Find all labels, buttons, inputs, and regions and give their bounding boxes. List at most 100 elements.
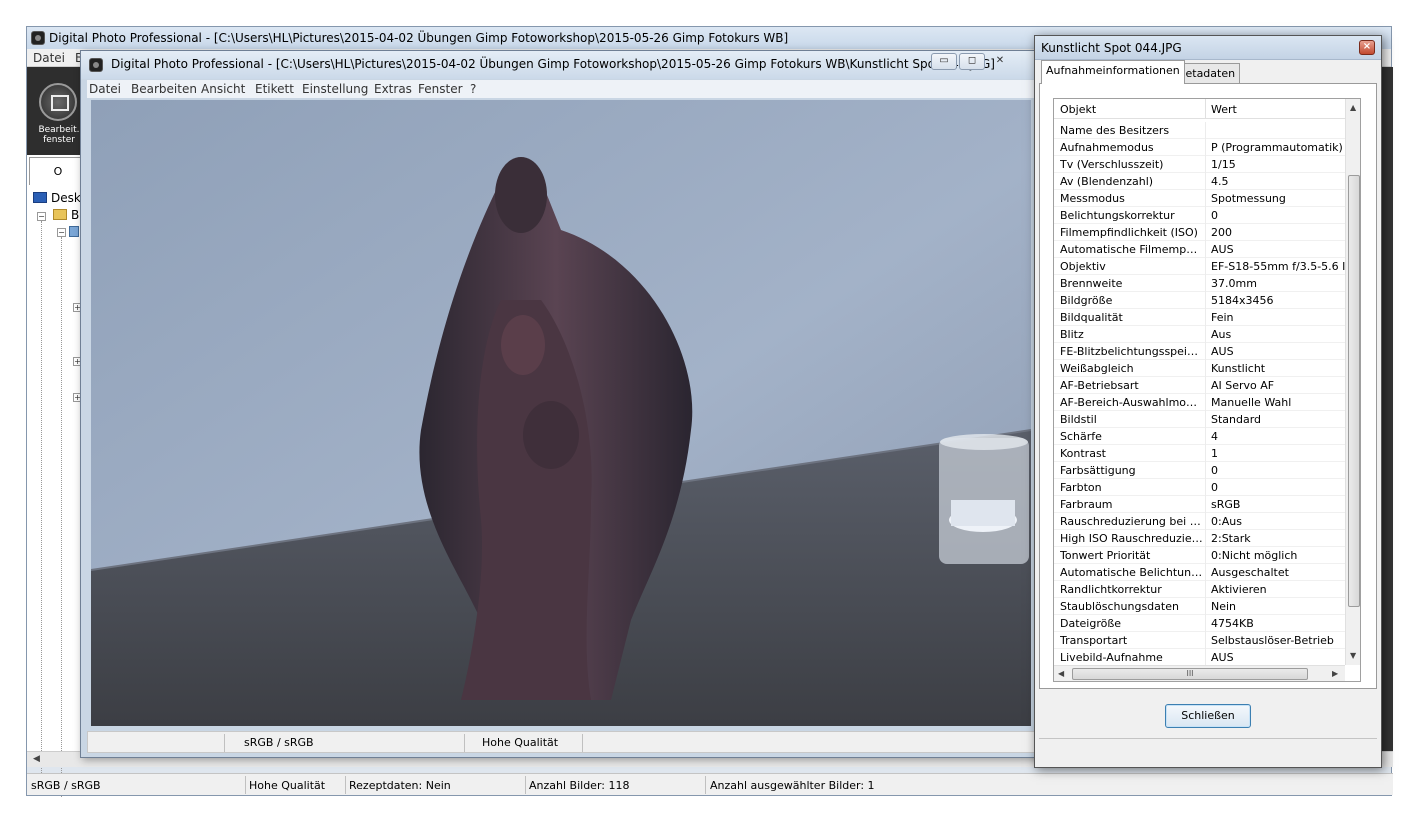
minimize-button[interactable]: ▭ [931,53,957,70]
table-row[interactable]: Belichtungskorrektur 0 [1054,207,1345,224]
table-row[interactable]: Tv (Verschlusszeit) 1/15 [1054,156,1345,173]
table-row[interactable]: Rauschreduzierung bei Lan... 0:Aus [1054,513,1345,530]
tab-shooting-info[interactable]: Aufnahmeinformationen [1041,60,1185,84]
column-header-object[interactable]: Objekt [1060,103,1096,116]
properties-table[interactable]: Objekt Wert Name des Besitzers Aufnahmemo… [1053,98,1361,682]
scroll-left-icon[interactable]: ◀ [1058,669,1064,678]
table-row[interactable]: Bildstil Standard [1054,411,1345,428]
menu-etikett[interactable]: Etikett [255,82,294,96]
table-row[interactable]: Automatische Belichtungso... Ausgeschalte… [1054,564,1345,581]
table-row[interactable]: Weißabgleich Kunstlicht [1054,360,1345,377]
row-key: Aufnahmemodus [1060,141,1154,154]
status-recipe: Rezeptdaten: Nein [349,779,451,792]
table-row[interactable]: Filmempfindlichkeit (ISO) 200 [1054,224,1345,241]
row-divider [1205,343,1206,360]
close-dialog-button[interactable]: Schließen [1165,704,1251,728]
scroll-right-icon[interactable]: ▶ [1332,669,1338,678]
row-divider [1205,513,1206,530]
table-row[interactable]: Dateigröße 4754KB [1054,615,1345,632]
menu-bearbeiten[interactable]: Bearbeiten [131,82,197,96]
row-value: 4 [1211,430,1218,443]
row-divider [1205,530,1206,547]
row-divider [1205,224,1206,241]
tree-collapse-icon[interactable]: − [57,228,66,237]
status-quality: Hohe Qualität [249,779,326,792]
horizontal-scroll-thumb[interactable]: III [1072,668,1308,680]
row-key: Messmodus [1060,192,1125,205]
status-image-count: Anzahl Bilder: 118 [529,779,630,792]
folder-panel-tab[interactable]: O [29,157,87,185]
info-dialog-titlebar[interactable]: Kunstlicht Spot 044.JPG × [1035,36,1381,60]
menu-einstellung[interactable]: Einstellung [302,82,368,96]
menu-datei[interactable]: Datei [89,82,121,96]
image-window-titlebar[interactable]: Digital Photo Professional - [C:\Users\H… [81,51,1041,79]
properties-horizontal-scrollbar[interactable]: ◀ III ▶ [1054,665,1345,681]
tree-collapse-icon[interactable]: − [37,212,46,221]
photo-canvas[interactable] [91,100,1031,726]
properties-vertical-scrollbar[interactable]: ▲ ▼ [1345,99,1360,665]
menu-help[interactable]: ? [470,82,476,96]
table-row[interactable]: Automatische Filmempfindli... AUS [1054,241,1345,258]
row-divider [1205,462,1206,479]
table-row[interactable]: Messmodus Spotmessung [1054,190,1345,207]
table-row[interactable]: AF-Betriebsart AI Servo AF [1054,377,1345,394]
row-value: Nein [1211,600,1237,613]
table-row[interactable]: High ISO Rauschreduzierung 2:Stark [1054,530,1345,547]
row-divider [1205,360,1206,377]
table-row[interactable]: Bildgröße 5184x3456 [1054,292,1345,309]
table-row[interactable]: Tonwert Priorität 0:Nicht möglich [1054,547,1345,564]
row-divider [1205,649,1206,666]
close-window-button[interactable]: ✕ [987,53,1013,70]
table-row[interactable]: Farbraum sRGB [1054,496,1345,513]
main-window-title: Digital Photo Professional - [C:\Users\H… [49,31,789,45]
row-value: 0:Aus [1211,515,1242,528]
edit-window-button-label[interactable]: Bearbeit. fenster [37,125,81,145]
table-row[interactable]: Blitz Aus [1054,326,1345,343]
row-key: Farbton [1060,481,1102,494]
table-row[interactable]: Av (Blendenzahl) 4.5 [1054,173,1345,190]
row-key: Dateigröße [1060,617,1122,630]
scroll-down-icon[interactable]: ▼ [1350,651,1356,660]
vertical-scroll-thumb[interactable] [1348,175,1360,607]
table-row[interactable]: Farbsättigung 0 [1054,462,1345,479]
column-header-value[interactable]: Wert [1211,103,1237,116]
tree-item-user[interactable]: B [53,208,79,222]
table-row[interactable]: Transportart Selbstauslöser-Betrieb [1054,632,1345,649]
edit-window-icon[interactable] [39,83,77,121]
menu-fenster[interactable]: Fenster [418,82,463,96]
table-row[interactable]: AF-Bereich-Auswahlmodus Manuelle Wahl [1054,394,1345,411]
column-divider[interactable] [1205,99,1206,119]
row-key: Tonwert Priorität [1060,549,1151,562]
table-row[interactable]: Staublöschungsdaten Nein [1054,598,1345,615]
info-dialog-close-icon[interactable]: × [1359,40,1375,55]
table-row[interactable]: Schärfe 4 [1054,428,1345,445]
status-divider [464,734,465,752]
row-key: Weißabgleich [1060,362,1134,375]
table-row[interactable]: Bildqualität Fein [1054,309,1345,326]
main-menu-datei[interactable]: Datei [33,51,65,65]
table-row[interactable]: FE-Blitzbelichtungsspeicher... AUS [1054,343,1345,360]
table-row[interactable]: Farbton 0 [1054,479,1345,496]
scroll-up-icon[interactable]: ▲ [1350,103,1356,112]
table-row[interactable]: Livebild-Aufnahme AUS [1054,649,1345,666]
table-row[interactable]: Brennweite 37.0mm [1054,275,1345,292]
table-row[interactable]: Aufnahmemodus P (Programmautomatik) [1054,139,1345,156]
row-key: Schärfe [1060,430,1102,443]
row-key: Bildstil [1060,413,1097,426]
maximize-button[interactable]: ◻ [959,53,985,70]
image-window: Digital Photo Professional - [C:\Users\H… [80,50,1042,758]
table-row[interactable]: Randlichtkorrektur Aktivieren [1054,581,1345,598]
app-camera-icon [31,31,45,45]
table-row[interactable]: Name des Besitzers [1054,122,1345,139]
row-key: Belichtungskorrektur [1060,209,1175,222]
row-value: 5184x3456 [1211,294,1274,307]
tree-item-desktop[interactable]: Desk [33,191,81,205]
scroll-left-icon[interactable]: ◀ [33,754,40,764]
row-divider [1205,156,1206,173]
table-row[interactable]: Kontrast 1 [1054,445,1345,462]
table-row[interactable]: Objektiv EF-S18-55mm f/3.5-5.6 IS I [1054,258,1345,275]
status-divider [582,734,583,752]
menu-ansicht[interactable]: Ansicht [201,82,245,96]
row-divider [1205,139,1206,156]
menu-extras[interactable]: Extras [374,82,412,96]
